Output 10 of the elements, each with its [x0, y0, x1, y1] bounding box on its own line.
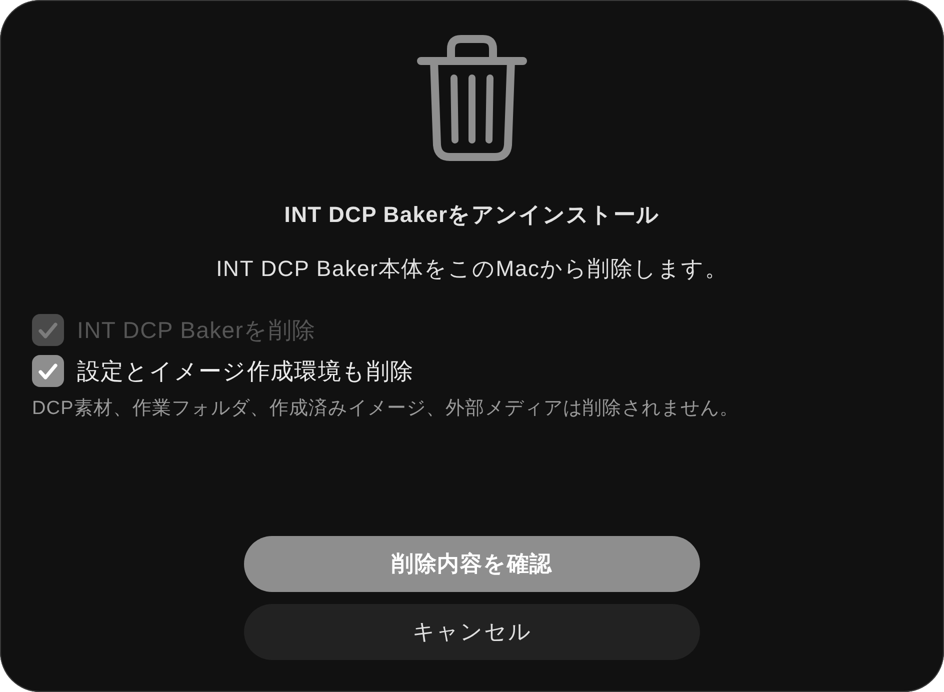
dialog-title: INT DCP Bakerをアンインストール — [284, 201, 660, 229]
checkbox[interactable] — [32, 355, 64, 387]
checkbox-label: INT DCP Bakerを削除 — [77, 316, 316, 345]
checkbox-label: 設定とイメージ作成環境も削除 — [77, 357, 414, 386]
dialog-message: INT DCP Baker本体をこのMacから削除します。 — [216, 255, 728, 283]
checkmark-icon — [38, 322, 58, 338]
cancel-button[interactable]: キャンセル — [244, 604, 700, 660]
note-text: DCP素材、作業フォルダ、作成済みイメージ、外部メディアは削除されません。 — [32, 397, 740, 421]
checkmark-icon — [38, 362, 58, 380]
trash-icon — [417, 35, 527, 161]
